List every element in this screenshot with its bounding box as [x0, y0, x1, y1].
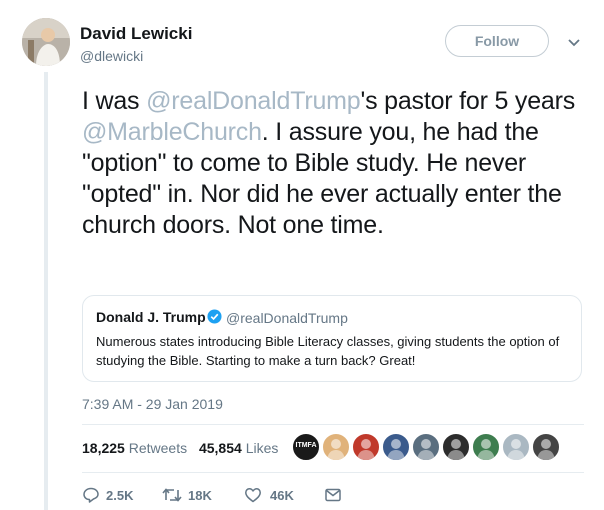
liker-avatar[interactable] — [352, 433, 380, 461]
tweet-header: David Lewicki @dlewicki Follow — [22, 18, 592, 72]
liker-avatar[interactable] — [442, 433, 470, 461]
divider — [82, 472, 584, 473]
tweet-text: I was @realDonaldTrump's pastor for 5 ye… — [82, 86, 587, 241]
envelope-icon — [325, 488, 341, 502]
liker-avatar[interactable] — [412, 433, 440, 461]
retweets-label[interactable]: Retweets — [129, 440, 187, 456]
reply-button[interactable]: 2.5K — [82, 485, 142, 507]
divider — [82, 424, 584, 425]
follow-button[interactable]: Follow — [445, 25, 549, 57]
likes-count[interactable]: 45,854 — [199, 440, 242, 456]
liker-avatar-label: ITMFA — [295, 442, 317, 449]
like-button[interactable]: 46K — [244, 485, 304, 507]
liker-avatar[interactable] — [532, 433, 560, 461]
tweet-timestamp[interactable]: 7:39 AM - 29 Jan 2019 — [82, 396, 223, 412]
quoted-tweet-text: Numerous states introducing Bible Litera… — [96, 334, 560, 368]
avatar[interactable] — [22, 18, 70, 66]
quoted-author-name: Donald J. Trump — [96, 309, 206, 325]
reply-count: 2.5K — [106, 488, 134, 503]
liker-avatar[interactable] — [322, 433, 350, 461]
retweet-icon — [162, 488, 182, 502]
mention-link[interactable]: @MarbleChurch — [82, 118, 262, 146]
quoted-tweet[interactable]: Donald J. Trump @realDonaldTrump Numerou… — [82, 295, 582, 382]
tweet-text-part: I was — [82, 87, 147, 115]
mention-link[interactable]: @realDonaldTrump — [146, 87, 361, 115]
author-handle[interactable]: @dlewicki — [80, 48, 143, 64]
like-count: 46K — [270, 488, 294, 503]
verified-badge-icon — [207, 309, 222, 324]
reply-icon — [83, 487, 99, 503]
likes-label[interactable]: Likes — [246, 440, 279, 456]
author-display-name[interactable]: David Lewicki — [80, 24, 192, 44]
liker-avatar[interactable] — [502, 433, 530, 461]
engagement-stats: 18,225 Retweets 45,854 Likes — [82, 440, 278, 456]
liker-avatar[interactable]: ITMFA — [292, 433, 320, 461]
thread-line — [44, 72, 48, 510]
retweets-count[interactable]: 18,225 — [82, 440, 125, 456]
liker-avatar[interactable] — [472, 433, 500, 461]
tweet-actions: 2.5K 18K 46K — [82, 485, 382, 507]
tweet-text-part: 's pastor for 5 years — [360, 87, 576, 115]
retweet-button[interactable]: 18K — [162, 485, 222, 507]
chevron-down-icon[interactable] — [567, 35, 581, 49]
liker-avatar[interactable] — [382, 433, 410, 461]
quoted-author-handle: @realDonaldTrump — [226, 310, 348, 326]
retweet-count: 18K — [188, 488, 212, 503]
heart-icon — [245, 488, 261, 503]
direct-message-button[interactable] — [324, 485, 344, 507]
